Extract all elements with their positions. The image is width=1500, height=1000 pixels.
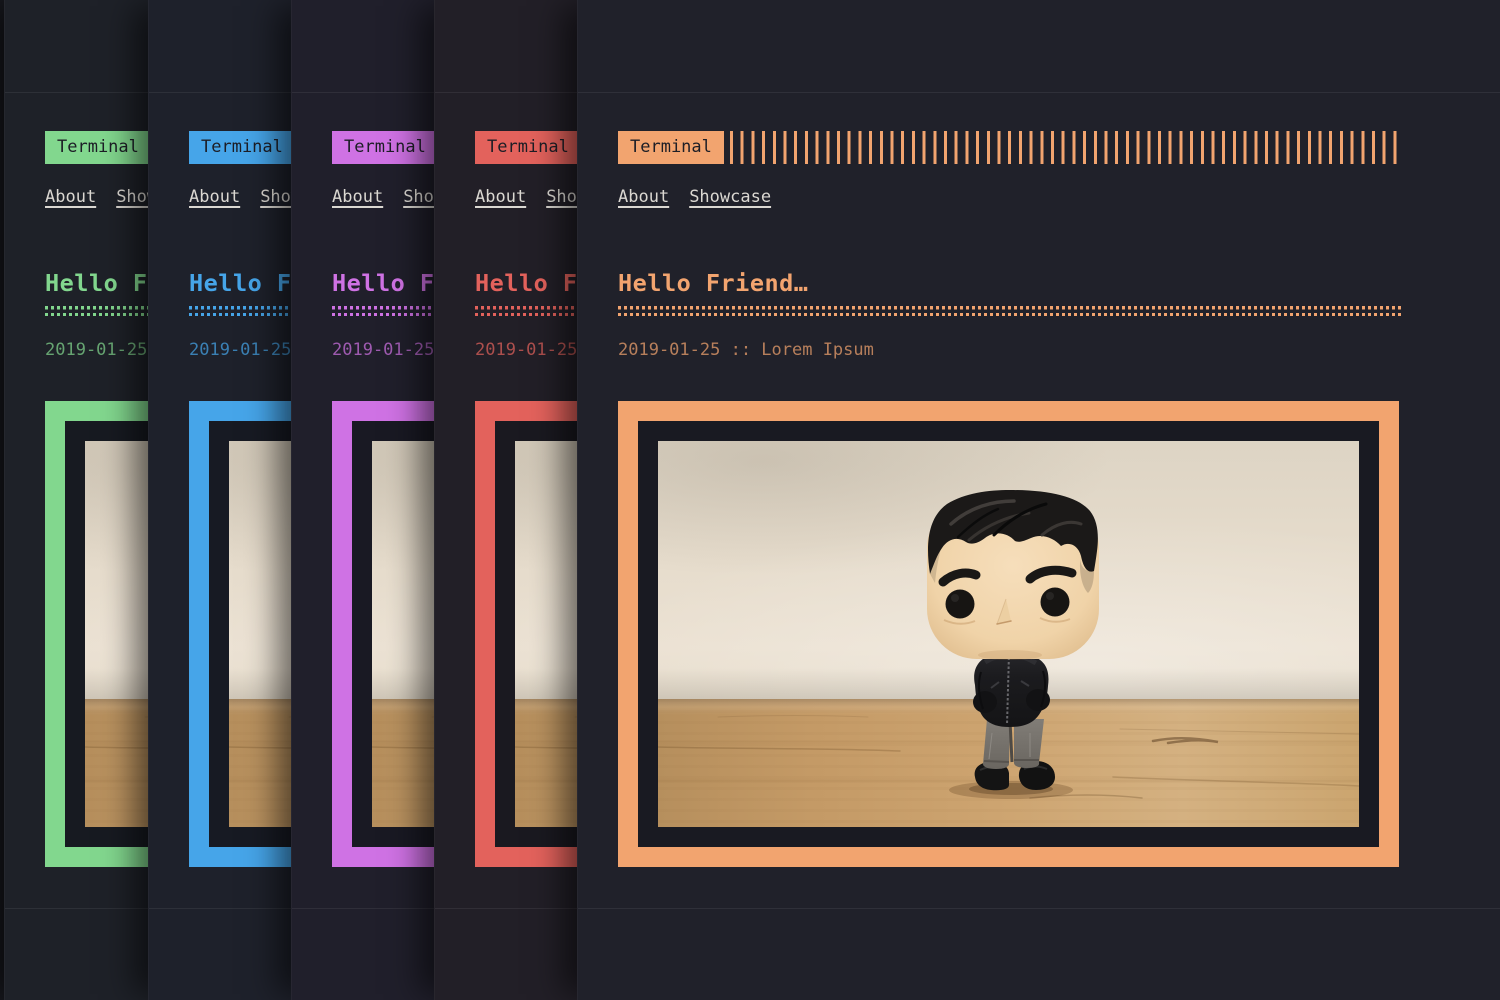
nav-link-about[interactable]: About [618,186,669,208]
site-logo[interactable]: Terminal [618,131,724,164]
nav-link-about[interactable]: About [332,186,383,208]
site-logo[interactable]: Terminal [475,131,581,164]
funko-figure-photo [658,441,1359,827]
site-logo[interactable]: Terminal [332,131,438,164]
site-header: Terminal About Showcase [618,131,1401,208]
nav-link-about[interactable]: About [189,186,240,208]
funko-figure-illustration [658,441,1359,827]
site-logo[interactable]: Terminal [189,131,295,164]
viewport-bottom-edge [578,908,1500,909]
logo-cursor-bars-decoration [730,131,1401,164]
nav-link-about[interactable]: About [475,186,526,208]
post-title-divider [618,306,1401,316]
post: Hello Friend… 2019-01-25 :: Lorem Ipsum [618,270,1401,867]
nav-link-about[interactable]: About [45,186,96,208]
theme-panel-orange: Terminal About Showcase Hello Friend… 20… [577,0,1500,1000]
site-nav: About Showcase [618,186,1401,208]
post-meta: 2019-01-25 :: Lorem Ipsum [618,339,1401,361]
nav-link-showcase[interactable]: Showcase [689,186,771,208]
post-title: Hello Friend… [618,270,1401,296]
post-cover-frame [618,401,1399,867]
site-logo[interactable]: Terminal [45,131,151,164]
theme-showcase-stage: Terminal About Showcase Hello Friend… 20… [0,0,1500,1000]
